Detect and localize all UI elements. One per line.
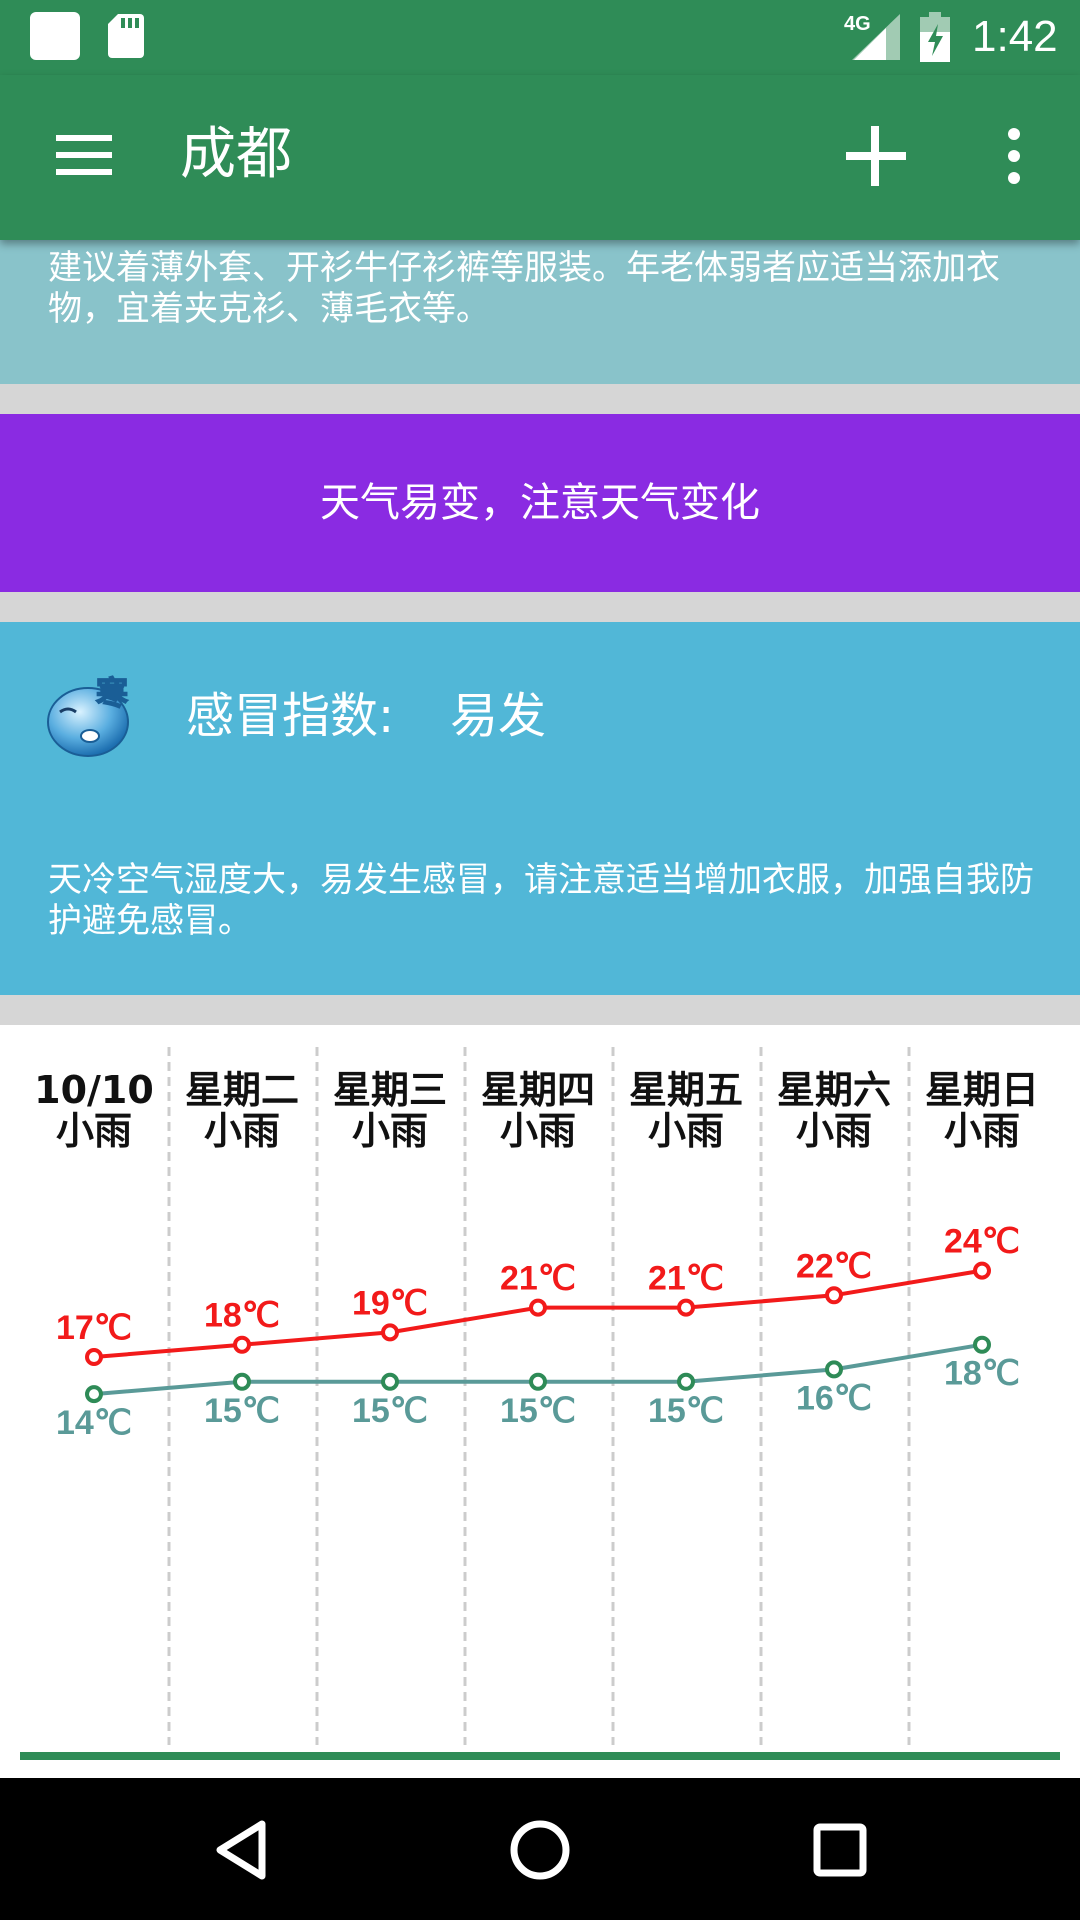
high-temp-point xyxy=(233,1335,251,1354)
high-temp-point xyxy=(677,1298,695,1317)
page-title: 成都 xyxy=(180,122,292,187)
low-temp-point xyxy=(381,1372,399,1391)
high-temp-point xyxy=(825,1286,843,1305)
add-icon[interactable] xyxy=(840,120,912,192)
high-temp-label: 17℃ xyxy=(56,1309,132,1347)
high-temp-label: 21℃ xyxy=(648,1260,724,1298)
low-temp-point xyxy=(677,1372,695,1391)
sd-card-icon xyxy=(108,14,144,58)
cold-face-icon: 寒 xyxy=(47,673,129,757)
high-temp-label: 21℃ xyxy=(500,1260,576,1298)
high-temp-point xyxy=(973,1261,991,1280)
menu-icon[interactable] xyxy=(50,125,120,185)
cold-index-value: 易发 xyxy=(450,688,547,744)
low-temp-label: 15℃ xyxy=(500,1392,576,1430)
low-temp-label: 16℃ xyxy=(796,1379,872,1417)
clock: 1:42 xyxy=(972,12,1058,61)
high-temp-label: 19℃ xyxy=(352,1284,428,1322)
divider xyxy=(0,384,1080,414)
back-icon[interactable] xyxy=(190,1800,290,1900)
more-vert-icon[interactable] xyxy=(996,120,1032,192)
divider xyxy=(0,592,1080,622)
recents-icon[interactable] xyxy=(790,1800,890,1900)
cold-index-label: 感冒指数: xyxy=(186,688,395,744)
cold-index-description: 天冷空气湿度大，易发生感冒，请注意适当增加衣服，加强自我防护避免感冒。 xyxy=(48,860,1034,941)
low-temp-label: 15℃ xyxy=(204,1392,280,1430)
temperature-chart: 17℃ 18℃ 19℃ 21℃ 21℃ 22℃ 24℃ 14℃ 15℃ 15℃ 15℃ 15℃ 16℃ 1… xyxy=(20,1047,1060,1760)
alert-text: 天气易变，注意天气变化 xyxy=(320,480,760,526)
cold-index-card: 寒 感冒指数: 易发 天冷空气湿度大，易发生感冒，请注意适当增加衣服，加强自我防… xyxy=(0,622,1080,995)
status-bar: 4G 1:42 xyxy=(0,0,1080,75)
forecast-chart: 10/10 小雨 星期二 小雨 星期三 小雨 星期四 小雨 星期五 小雨 星期六 小雨 星期日 小雨 17… xyxy=(0,1025,1080,1778)
high-temp-point xyxy=(85,1348,103,1367)
high-temp-label: 22℃ xyxy=(796,1247,872,1285)
high-temp-point xyxy=(529,1298,547,1317)
forecast-baseline xyxy=(20,1752,1060,1760)
low-temp-point xyxy=(973,1335,991,1354)
dress-description: 建议着薄外套、开衫牛仔衫裤等服装。年老体弱者应适当添加衣物，宜着夹克衫、薄毛衣等… xyxy=(48,248,1000,329)
high-temp-point xyxy=(381,1323,399,1342)
home-icon[interactable] xyxy=(490,1800,590,1900)
low-temp-point xyxy=(85,1385,103,1404)
dress-index-card: 建议着薄外套、开衫牛仔衫裤等服装。年老体弱者应适当添加衣物，宜着夹克衫、薄毛衣等… xyxy=(0,240,1080,384)
weather-alert-card: 天气易变，注意天气变化 xyxy=(0,414,1080,592)
divider xyxy=(0,995,1080,1025)
cold-icon-glyph: 寒 xyxy=(96,674,128,712)
low-temp-point xyxy=(233,1372,251,1391)
high-temp-label: 18℃ xyxy=(204,1297,280,1335)
app-bar: 成都 xyxy=(0,75,1080,240)
navigation-bar xyxy=(0,1778,1080,1920)
low-temp-label: 15℃ xyxy=(648,1392,724,1430)
notification-square-icon xyxy=(30,12,80,60)
signal-icon xyxy=(852,14,900,60)
battery-charging-icon xyxy=(920,12,950,62)
high-temp-label: 24℃ xyxy=(944,1223,1020,1261)
low-temp-point xyxy=(529,1372,547,1391)
low-temp-label: 14℃ xyxy=(56,1404,132,1442)
low-temp-label: 15℃ xyxy=(352,1392,428,1430)
low-temp-label: 18℃ xyxy=(944,1355,1020,1393)
low-temp-point xyxy=(825,1360,843,1379)
